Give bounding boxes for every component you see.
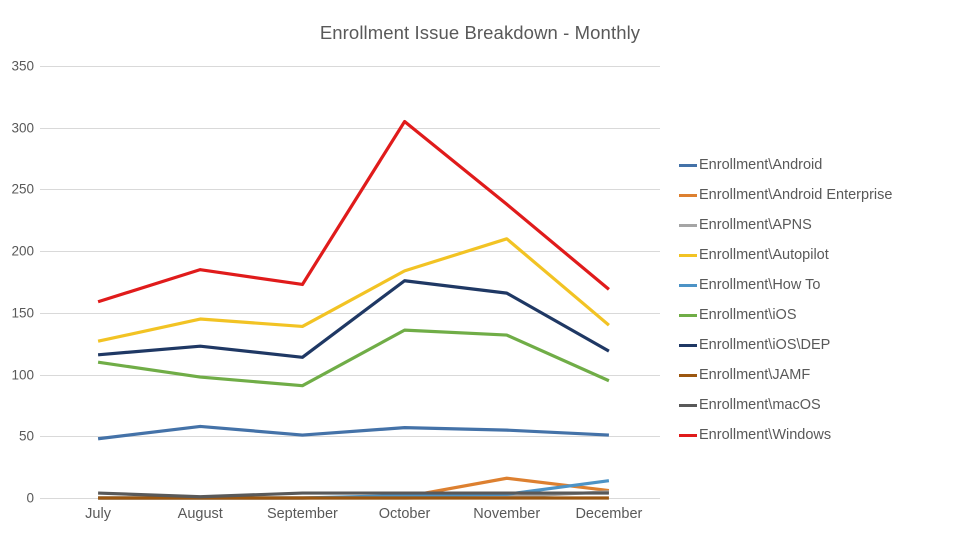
y-tick-label: 250 (11, 181, 34, 197)
chart-legend: Enrollment\Android Enrollment\Android Ent… (679, 150, 954, 450)
chart-container: Enrollment Issue Breakdown - Monthly 0 50… (0, 0, 960, 540)
legend-item[interactable]: Enrollment\iOS\DEP (679, 330, 954, 360)
x-axis: July August September October November Decemb… (47, 506, 660, 536)
legend-item-label: Enrollment\APNS (699, 216, 812, 233)
series-line (97, 424, 609, 441)
legend-item-label: Enrollment\Android Enterprise (699, 186, 893, 203)
legend-color-swatch (679, 223, 697, 227)
legend-color-swatch (679, 313, 697, 317)
y-tick-mark (40, 436, 47, 438)
y-tick-mark (40, 127, 47, 129)
legend-item[interactable]: Enrollment\iOS (679, 300, 954, 330)
y-tick-mark (40, 498, 47, 499)
legend-item[interactable]: Enrollment\APNS (679, 210, 954, 240)
y-tick-mark (40, 251, 47, 253)
x-tick-label: December (575, 506, 643, 522)
legend-item-label: Enrollment\iOS\DEP (699, 336, 831, 353)
x-tick-label: October (378, 506, 431, 522)
legend-item[interactable]: Enrollment\Autopilot (679, 240, 954, 270)
y-tick-label: 200 (11, 243, 34, 259)
series-line (97, 119, 610, 304)
series-line (97, 328, 610, 388)
legend-item[interactable]: Enrollment\macOS (679, 390, 954, 420)
legend-item[interactable]: Enrollment\Android (679, 150, 954, 180)
y-tick-mark (40, 189, 47, 191)
legend-item-label: Enrollment\macOS (699, 396, 821, 413)
plot-lines (97, 119, 610, 500)
legend-item-label: Enrollment\iOS (699, 306, 797, 323)
x-tick-label: November (473, 506, 541, 522)
y-axis: 0 50 100 150 200 250 300 350 (0, 0, 47, 540)
y-tick-label: 150 (11, 305, 34, 321)
x-tick-label: August (177, 506, 223, 522)
legend-color-swatch (679, 163, 697, 167)
legend-item[interactable]: Enrollment\How To (679, 270, 954, 300)
legend-color-swatch (679, 283, 697, 287)
y-tick-mark (40, 66, 47, 67)
x-tick-label: September (266, 506, 338, 522)
legend-color-swatch (679, 253, 697, 257)
y-tick-label: 0 (26, 490, 34, 506)
chart-title: Enrollment Issue Breakdown - Monthly (319, 22, 641, 43)
y-tick-label: 100 (11, 367, 34, 383)
legend-item[interactable]: Enrollment\JAMF (679, 360, 954, 390)
y-tick-mark (40, 374, 47, 376)
y-tick-label: 50 (18, 428, 34, 444)
y-tick-mark (40, 312, 47, 314)
x-tick-label: July (85, 506, 111, 522)
plot-area (47, 66, 660, 500)
legend-item-label: Enrollment\JAMF (699, 366, 811, 383)
y-tick-label: 350 (11, 58, 34, 74)
legend-item-label: Enrollment\Android (699, 156, 823, 173)
legend-color-swatch (679, 403, 697, 407)
legend-color-swatch (679, 373, 697, 377)
legend-item-label: Enrollment\Windows (699, 426, 832, 443)
legend-item[interactable]: Enrollment\Windows (679, 420, 954, 450)
legend-item-label: Enrollment\Autopilot (699, 246, 829, 263)
legend-color-swatch (679, 433, 697, 437)
legend-color-swatch (679, 193, 697, 197)
legend-item-label: Enrollment\How To (699, 276, 821, 293)
legend-color-swatch (679, 343, 697, 347)
y-tick-label: 300 (11, 120, 34, 136)
series-line (97, 237, 610, 343)
legend-item[interactable]: Enrollment\Android Enterprise (679, 180, 954, 210)
